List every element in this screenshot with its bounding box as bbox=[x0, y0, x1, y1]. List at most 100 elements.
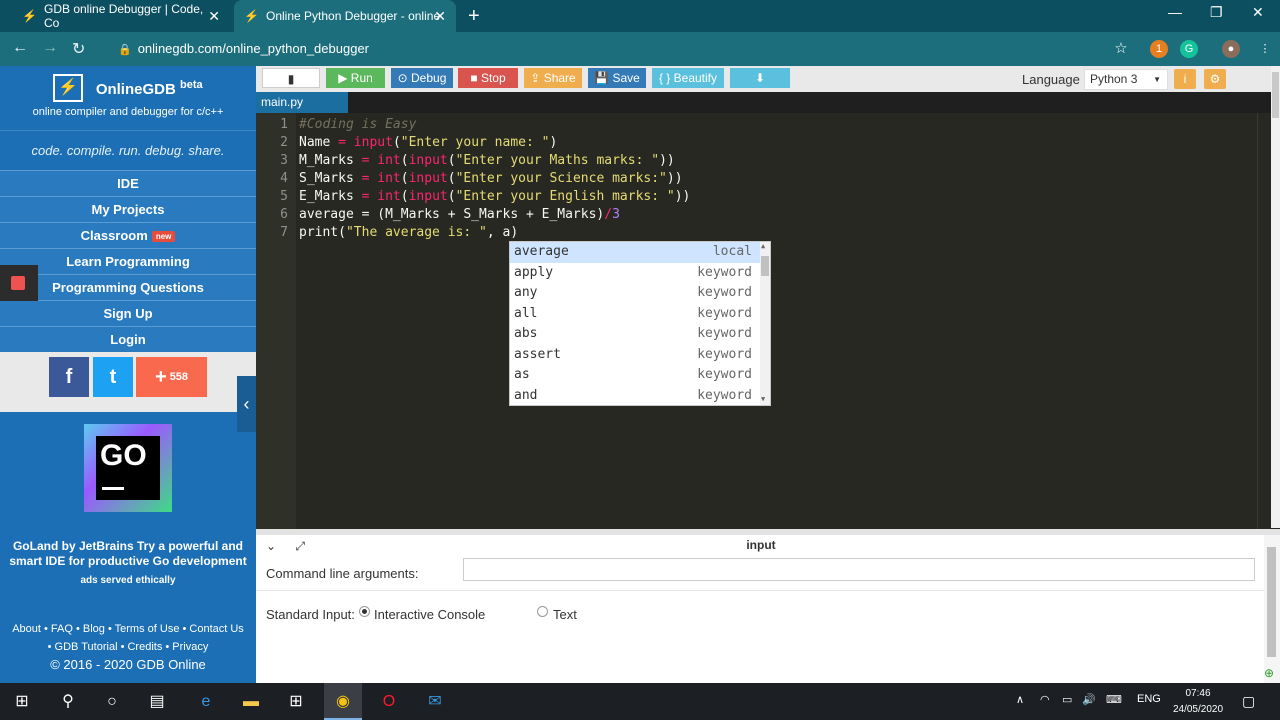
panel-scrollbar[interactable] bbox=[1264, 535, 1280, 683]
autocomplete-item[interactable]: apply keyword bbox=[510, 263, 760, 284]
code-token: input bbox=[408, 153, 448, 168]
sidebar: ⚡ OnlineGDB beta online compiler and deb… bbox=[0, 66, 256, 683]
clock[interactable]: 07:46 24/05/2020 bbox=[1166, 686, 1230, 718]
close-tab-icon[interactable]: ✕ bbox=[208, 8, 220, 25]
search-icon[interactable]: ⚲ bbox=[57, 691, 79, 713]
profile-avatar[interactable]: ● bbox=[1222, 40, 1240, 58]
share-count-button[interactable]: + 558 bbox=[136, 357, 207, 397]
tab-main-py[interactable]: main.py bbox=[256, 92, 348, 113]
url-field[interactable]: 🔒 onlinegdb.com/online_python_debugger bbox=[106, 38, 1146, 60]
text-radio[interactable] bbox=[537, 606, 548, 617]
run-button[interactable]: ▶ Run bbox=[326, 68, 385, 88]
download-button[interactable]: ⬇ bbox=[730, 68, 790, 88]
page-scrollbar[interactable] bbox=[1271, 66, 1280, 528]
autocomplete-item[interactable]: average local bbox=[510, 242, 760, 263]
collapse-sidebar-icon[interactable]: ‹ bbox=[237, 376, 256, 432]
scroll-thumb[interactable] bbox=[1272, 72, 1279, 118]
keyboard-icon[interactable]: ⌨ bbox=[1106, 693, 1122, 706]
task-view-icon[interactable]: ▤ bbox=[146, 691, 168, 713]
onlinegdb-logo-icon[interactable]: ⚡ bbox=[53, 74, 84, 102]
mail-icon[interactable]: ✉ bbox=[424, 691, 446, 713]
scroll-down-icon[interactable]: ▼ bbox=[761, 395, 765, 403]
extension-icon[interactable]: 1 bbox=[1150, 40, 1168, 58]
code-token: ( bbox=[447, 153, 456, 168]
url-text: onlinegdb.com/online_python_debugger bbox=[137, 41, 369, 56]
record-stop-button[interactable] bbox=[0, 265, 38, 301]
ad-text[interactable]: GoLand by JetBrains Try a powerful and s… bbox=[0, 539, 256, 569]
autocomplete-item[interactable]: assert keyword bbox=[510, 345, 760, 366]
input-language[interactable]: ENG bbox=[1137, 693, 1161, 705]
autocomplete-item[interactable]: any keyword bbox=[510, 283, 760, 304]
chrome-icon[interactable]: ◉ bbox=[332, 691, 354, 713]
code-token: average = (M_Marks + S_Marks + E_Marks) bbox=[299, 207, 605, 222]
battery-icon[interactable]: ▭ bbox=[1062, 693, 1072, 706]
sidebar-item-my-projects[interactable]: My Projects bbox=[0, 196, 256, 222]
sidebar-item-ide[interactable]: IDE bbox=[0, 170, 256, 196]
grammarly-icon[interactable]: G bbox=[1180, 40, 1198, 58]
autocomplete-item[interactable]: and keyword bbox=[510, 386, 760, 407]
back-icon[interactable]: ← bbox=[12, 39, 28, 57]
cortana-icon[interactable]: ○ bbox=[101, 691, 123, 713]
code-token: input bbox=[408, 189, 448, 204]
scroll-thumb[interactable] bbox=[1267, 547, 1276, 657]
forward-icon[interactable]: → bbox=[42, 39, 58, 57]
opera-icon[interactable]: O bbox=[378, 691, 400, 713]
close-tab-icon[interactable]: ✕ bbox=[434, 8, 446, 25]
facebook-icon[interactable]: f bbox=[49, 357, 89, 397]
stop-button[interactable]: ■ Stop bbox=[458, 68, 518, 88]
scroll-thumb[interactable] bbox=[761, 256, 769, 276]
sidebar-item-classroom[interactable]: Classroom new bbox=[0, 222, 256, 248]
interactive-console-radio[interactable] bbox=[359, 606, 370, 617]
restore-icon[interactable]: ❐ bbox=[1210, 4, 1223, 21]
windows-start-icon[interactable]: ⊞ bbox=[11, 691, 33, 713]
autocomplete-scrollbar[interactable]: ▲ ▼ bbox=[760, 242, 770, 405]
info-icon[interactable]: i bbox=[1174, 69, 1196, 89]
brand-title[interactable]: OnlineGDB beta bbox=[96, 79, 203, 98]
reload-icon[interactable]: ↻ bbox=[72, 39, 85, 59]
share-button[interactable]: ⇪ Share bbox=[524, 68, 582, 88]
sidebar-item-learn-programming[interactable]: Learn Programming bbox=[0, 248, 256, 274]
autocomplete-item[interactable]: as keyword bbox=[510, 365, 760, 386]
language-select[interactable]: Python 3 ▼ bbox=[1084, 69, 1168, 90]
sidebar-item-sign-up[interactable]: Sign Up bbox=[0, 300, 256, 326]
minimize-icon[interactable]: — bbox=[1168, 4, 1182, 20]
footer-links-2[interactable]: • GDB Tutorial • Credits • Privacy bbox=[0, 638, 256, 656]
scroll-up-icon[interactable]: ▲ bbox=[761, 242, 765, 250]
ad-note[interactable]: ads served ethically bbox=[0, 575, 256, 586]
browser-tab[interactable]: ⚡ GDB online Debugger | Code, Co ✕ bbox=[12, 0, 230, 32]
code-token: print( bbox=[299, 225, 346, 240]
code-token: , a) bbox=[486, 225, 519, 240]
wifi-icon[interactable]: ◠ bbox=[1040, 693, 1050, 706]
edge-icon[interactable]: e bbox=[195, 691, 217, 713]
autocomplete-item[interactable]: abs keyword bbox=[510, 324, 760, 345]
new-file-button[interactable]: ▮ bbox=[262, 68, 320, 88]
command-line-args-input[interactable] bbox=[463, 558, 1255, 581]
code-string: "The average is: " bbox=[345, 225, 487, 240]
settings-gear-icon[interactable]: ⚙ bbox=[1204, 69, 1226, 89]
interactive-console-label[interactable]: Interactive Console bbox=[374, 607, 485, 622]
autocomplete-popup[interactable]: average local apply keyword any keyword all… bbox=[509, 241, 771, 406]
bookmark-star-icon[interactable]: ☆ bbox=[1112, 40, 1130, 58]
twitter-icon[interactable]: t bbox=[93, 357, 133, 397]
volume-icon[interactable]: 🔊 bbox=[1082, 693, 1096, 706]
footer-links[interactable]: About • FAQ • Blog • Terms of Use • Cont… bbox=[0, 620, 256, 638]
browser-tab-active[interactable]: ⚡ Online Python Debugger - online ✕ bbox=[234, 0, 456, 32]
new-tab-icon[interactable]: + bbox=[468, 5, 480, 28]
sidebar-item-programming-questions[interactable]: Programming Questions bbox=[0, 274, 256, 300]
menu-kebab-icon[interactable]: ⋮ bbox=[1256, 40, 1274, 58]
store-icon[interactable]: ⊞ bbox=[285, 691, 307, 713]
show-hidden-icons[interactable]: ∧ bbox=[1016, 693, 1024, 706]
sidebar-item-login[interactable]: Login bbox=[0, 326, 256, 352]
autocomplete-item[interactable]: all keyword bbox=[510, 304, 760, 325]
ad-block[interactable]: GO GoLand by JetBrains Try a powerful an… bbox=[0, 412, 256, 586]
save-button[interactable]: 💾 Save bbox=[588, 68, 646, 88]
debug-button[interactable]: ⊙ Debug bbox=[391, 68, 453, 88]
file-explorer-icon[interactable]: ▬ bbox=[240, 691, 262, 713]
notification-icon[interactable]: ▢ bbox=[1242, 693, 1255, 710]
beautify-button[interactable]: { } Beautify bbox=[652, 68, 724, 88]
text-option-label[interactable]: Text bbox=[553, 607, 577, 622]
code-editor[interactable]: 1 2 3 4 5 6 7 #Coding is Easy Name = inp… bbox=[256, 113, 1280, 529]
close-window-icon[interactable]: ✕ bbox=[1252, 4, 1264, 21]
goland-logo-icon[interactable]: GO bbox=[84, 424, 172, 512]
browser-tab-bar: ⚡ GDB online Debugger | Code, Co ✕ ⚡ Onl… bbox=[0, 0, 1280, 32]
